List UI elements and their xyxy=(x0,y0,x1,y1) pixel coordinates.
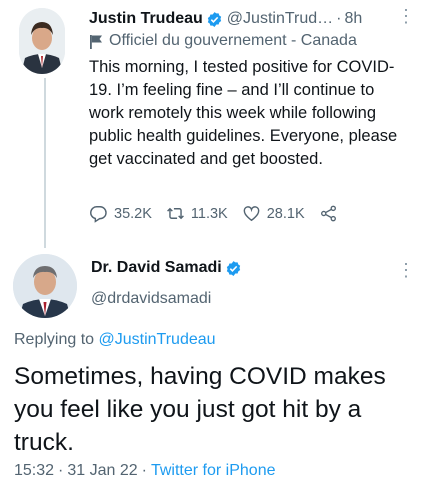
more-options-icon[interactable]: ⋮ xyxy=(397,7,415,25)
share-button[interactable] xyxy=(319,204,344,223)
tweet-date[interactable]: 31 Jan 22 xyxy=(67,462,137,480)
government-label: Officiel du gouvernement - Canada xyxy=(89,32,357,50)
tweet-time[interactable]: 8h xyxy=(344,10,362,28)
government-label-text: Officiel du gouvernement - Canada xyxy=(109,32,357,49)
separator: · xyxy=(58,462,64,479)
tweet-time[interactable]: 15:32 xyxy=(14,462,54,480)
avatar-samadi[interactable] xyxy=(13,254,77,318)
tweet-meta: 15:32 · 31 Jan 22 · Twitter for iPhone xyxy=(14,462,275,480)
like-button[interactable]: 28.1K xyxy=(242,204,305,223)
thread-line xyxy=(44,78,46,248)
author-name[interactable]: Dr. David Samadi xyxy=(91,259,222,277)
replying-to: Replying to @JustinTrudeau xyxy=(14,331,216,349)
parent-tweet-header: Justin Trudeau @JustinTrud… · 8h xyxy=(89,8,411,30)
replying-to-link[interactable]: @JustinTrudeau xyxy=(99,331,216,348)
replying-prefix: Replying to xyxy=(14,331,99,348)
government-flag-icon xyxy=(90,34,102,49)
share-icon xyxy=(320,205,336,222)
separator: · xyxy=(336,10,342,27)
retweet-icon xyxy=(166,207,184,220)
retweet-count: 11.3K xyxy=(190,205,228,222)
retweet-button[interactable]: 11.3K xyxy=(166,204,228,223)
author-handle[interactable]: @JustinTrud… xyxy=(227,10,333,28)
like-count: 28.1K xyxy=(266,205,305,222)
tweet-source-link[interactable]: Twitter for iPhone xyxy=(151,462,276,480)
reply-icon xyxy=(90,206,107,223)
reply-count: 35.2K xyxy=(114,205,152,222)
parent-tweet-text: This morning, I tested positive for COVI… xyxy=(89,58,398,168)
avatar-trudeau[interactable] xyxy=(19,8,65,74)
verified-badge-icon xyxy=(226,260,240,276)
parent-tweet-actions: 35.2K 11.3K 28.1K xyxy=(89,204,358,223)
reply-button[interactable]: 35.2K xyxy=(89,204,152,223)
more-options-icon[interactable]: ⋮ xyxy=(397,261,415,279)
main-tweet-text: Sometimes, having COVID makes you feel l… xyxy=(14,363,386,456)
author-name[interactable]: Justin Trudeau xyxy=(89,10,203,28)
like-icon xyxy=(243,206,260,222)
parent-tweet[interactable]: Justin Trudeau @JustinTrud… · 8h ⋮ Offic… xyxy=(0,0,421,248)
author-handle[interactable]: @drdavidsamadi xyxy=(91,290,211,308)
main-tweet-author[interactable]: Dr. David Samadi xyxy=(91,259,246,277)
separator: · xyxy=(141,462,147,479)
verified-badge-icon xyxy=(207,11,221,27)
